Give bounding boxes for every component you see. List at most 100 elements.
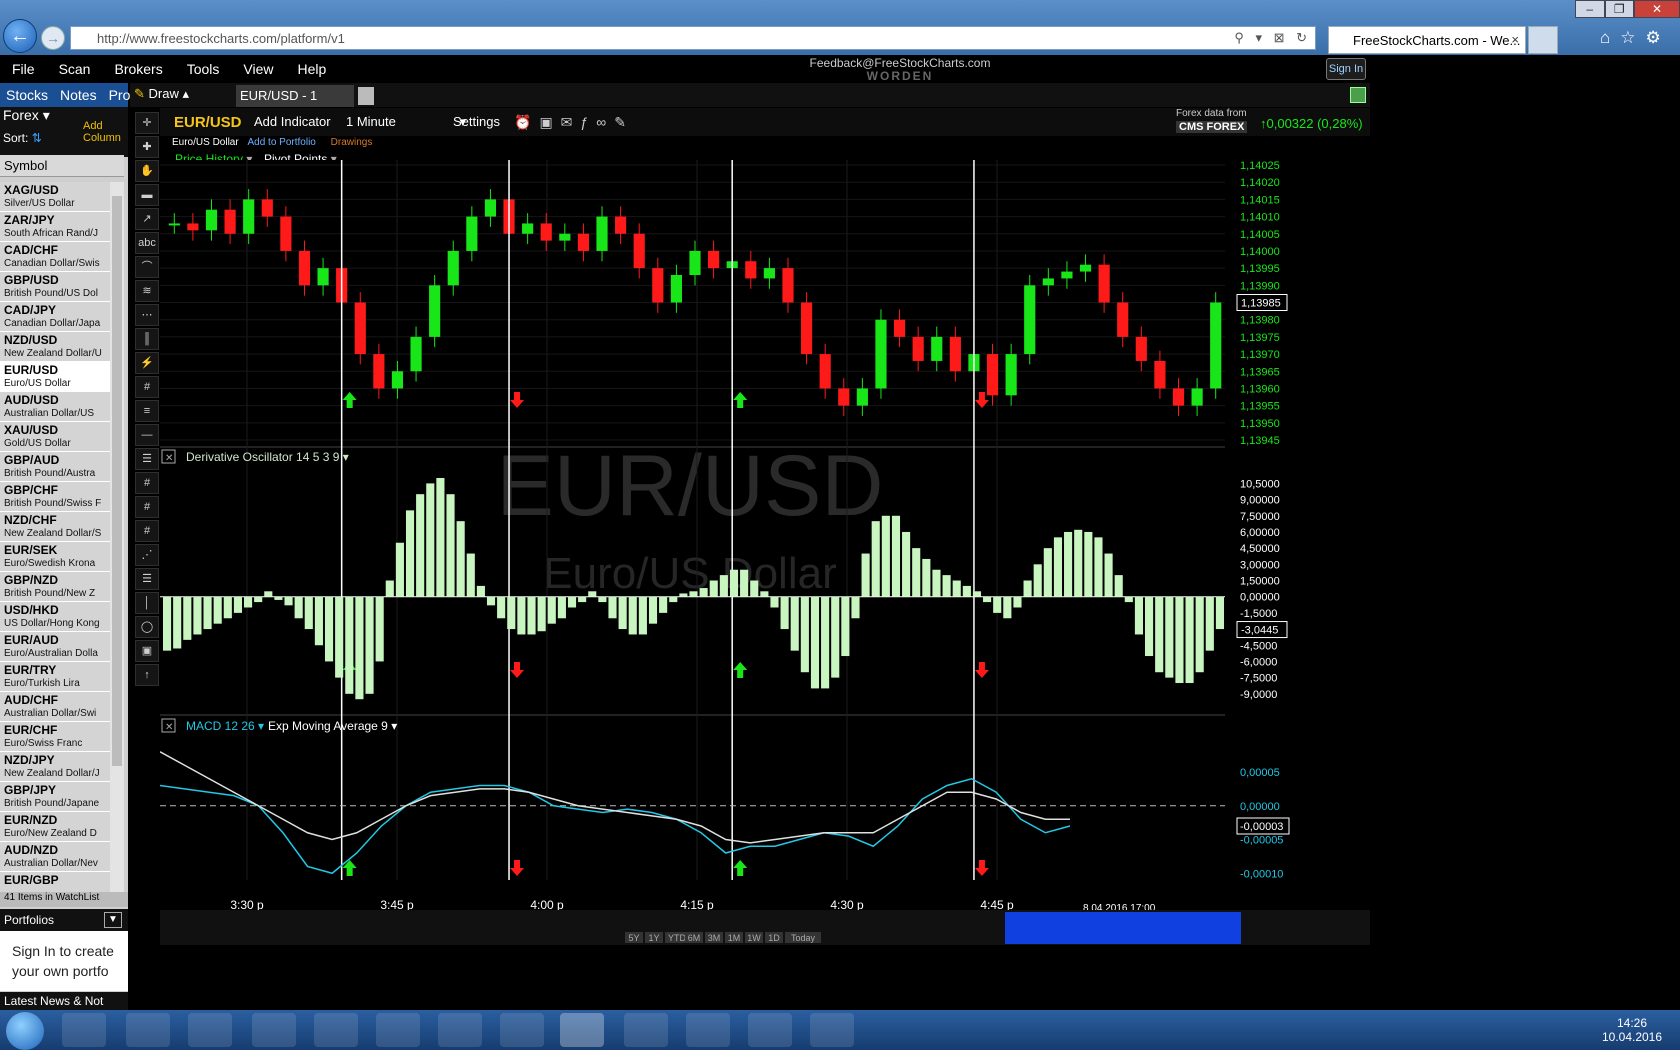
binoculars-icon[interactable]: ∞ [596,114,614,130]
symbol-row[interactable]: EUR/AUD Euro/Australian Dolla [0,632,110,662]
ellipse-icon[interactable]: ◯ [135,616,159,638]
symbol-row[interactable]: ZAR/JPY South African Rand/J [0,212,110,242]
address-bar[interactable]: http://www.freestockcharts.com/platform/… [70,26,1316,50]
chart-canvas[interactable]: EUR/USD Euro/US Dollar 3:30 p 3:45 p 4:00 p 4… [160,160,1370,1010]
menu-scan[interactable]: Scan [59,61,91,77]
grid4-icon[interactable]: # [135,520,159,542]
dots-icon[interactable]: ⋯ [135,304,159,326]
tab-notes[interactable]: Notes [60,87,97,103]
parallel-icon[interactable]: ║ [135,328,159,350]
close-button[interactable]: ✕ [1634,0,1680,18]
symbol-row[interactable]: CAD/JPY Canadian Dollar/Japa [0,302,110,332]
explorer-taskbar-icon[interactable] [62,1013,106,1047]
eraser-icon[interactable]: ▬ [135,184,159,206]
symbol-row[interactable]: GBP/JPY British Pound/Japane [0,782,110,812]
text-icon[interactable]: abc [135,232,159,254]
symbol-row[interactable]: XAU/USD Gold/US Dollar [0,422,110,452]
network-taskbar-icon[interactable] [376,1013,420,1047]
vline-icon[interactable]: │ [135,592,159,614]
rect-icon[interactable]: ▣ [135,640,159,662]
add-indicator-button[interactable]: Add Indicator [254,114,331,129]
arrow-up-icon[interactable]: ↑ [135,664,159,686]
tab-close-icon[interactable]: × [1511,32,1519,47]
new-tab-button[interactable] [1528,26,1558,54]
lines-icon[interactable]: ☰ [135,568,159,590]
trading-taskbar-icon[interactable] [748,1013,792,1047]
media-taskbar-icon[interactable] [126,1013,170,1047]
hand-icon[interactable]: ✋ [135,160,159,182]
symbol-row[interactable]: EUR/SEK Euro/Swedish Krona [0,542,110,572]
draw-button[interactable]: ✎ Draw ▴ [134,86,189,102]
symbol-row[interactable]: EUR/NZD Euro/New Zealand D [0,812,110,842]
symbol-row[interactable]: GBP/CHF British Pound/Swiss F [0,482,110,512]
trendline-icon[interactable]: ↗ [135,208,159,230]
ie-taskbar-icon[interactable] [560,1013,604,1047]
tab-stocks[interactable]: Stocks [6,87,48,103]
new-chart-button[interactable] [358,87,374,105]
levels-icon[interactable]: ☰ [135,448,159,470]
add-column-button[interactable]: Add Column [83,120,121,144]
portfolios-header[interactable]: Portfolios ▼ [0,909,128,931]
grid3-icon[interactable]: # [135,496,159,518]
computer-taskbar-icon[interactable] [188,1013,232,1047]
address-icons[interactable]: ⚲ ▾ ⊠ ↻ [1234,30,1311,46]
note-icon[interactable]: ✎ [614,114,634,130]
fib-icon[interactable]: ⚡ [135,352,159,374]
forward-button[interactable]: → [41,26,65,50]
channel-icon[interactable]: ≡ [135,400,159,422]
alarm-icon[interactable]: ⏰ [514,114,539,130]
twitter-icon[interactable]: ✉ [561,114,581,130]
add-to-portfolio-link[interactable]: Add to Portfolio [247,137,315,148]
sort-label[interactable]: Sort: ⇅ [3,131,42,145]
home-icon[interactable]: ⌂ [1600,28,1620,47]
grid2-icon[interactable]: # [135,472,159,494]
symbol-row[interactable]: AUD/NZD Australian Dollar/Nev [0,842,110,872]
symbol-row[interactable]: EUR/CHF Euro/Swiss Franc [0,722,110,752]
symbol-row[interactable]: XAG/USD Silver/US Dollar [0,182,110,212]
symbol-row[interactable]: AUD/USD Australian Dollar/US [0,392,110,422]
symbol-row[interactable]: NZD/CHF New Zealand Dollar/S [0,512,110,542]
drawings-link[interactable]: Drawings [331,137,373,148]
app-taskbar-icon[interactable] [252,1013,296,1047]
symbol-row[interactable]: NZD/USD New Zealand Dollar/U [0,332,110,362]
latest-news-header[interactable]: Latest News & Not [0,992,128,1010]
symbol-row[interactable]: EUR/USD Euro/US Dollar [0,362,110,392]
minimize-button[interactable]: – [1575,0,1605,18]
browser-tab[interactable]: FreeStockCharts.com - We... × [1328,26,1526,54]
symbol-row[interactable]: GBP/USD British Pound/US Dol [0,272,110,302]
start-button[interactable] [6,1012,44,1050]
notes-taskbar-icon[interactable] [686,1013,730,1047]
grid-icon[interactable]: # [135,376,159,398]
arc-icon[interactable]: ⌒ [135,256,159,278]
sign-in-button[interactable]: Sign In [1326,58,1366,80]
market-dropdown[interactable]: Forex ▾ [3,107,50,124]
g-app-taskbar-icon[interactable] [438,1013,482,1047]
layout-grid-icon[interactable] [1350,87,1366,103]
menu-brokers[interactable]: Brokers [114,61,162,77]
symbol-row[interactable]: EUR/GBP [0,872,110,892]
settings-button[interactable]: Settings [453,114,500,129]
symbol-row[interactable]: GBP/AUD British Pound/Austra [0,452,110,482]
menu-help[interactable]: Help [298,61,327,77]
symbol-row[interactable]: GBP/NZD British Pound/New Z [0,572,110,602]
tab-pro[interactable]: Pro [109,87,131,103]
copy-icon[interactable]: ▣ [539,114,560,130]
hline-icon[interactable]: — [135,424,159,446]
ray-icon[interactable]: ⋰ [135,544,159,566]
symbol-column-header[interactable]: Symbol [0,155,124,177]
maximize-button[interactable]: ❐ [1604,0,1634,18]
menu-view[interactable]: View [243,61,273,77]
symbol-row[interactable]: CAD/CHF Canadian Dollar/Swis [0,242,110,272]
system-clock[interactable]: 14:26 10.04.2016 [1592,1016,1672,1044]
chevron-down-icon[interactable]: ▼ [104,912,122,928]
menu-file[interactable]: File [12,61,35,77]
scrollbar-thumb[interactable] [112,196,122,766]
symbol-row[interactable]: AUD/CHF Australian Dollar/Swi [0,692,110,722]
g-app2-taskbar-icon[interactable] [500,1013,544,1047]
feedback-link[interactable]: Feedback@FreeStockCharts.com [620,56,1180,70]
menu-tools[interactable]: Tools [187,61,220,77]
firefox-taskbar-icon[interactable] [314,1013,358,1047]
chart-symbol[interactable]: EUR/USD [174,114,242,131]
back-button[interactable]: ← [3,19,37,53]
fan-icon[interactable]: ≋ [135,280,159,302]
